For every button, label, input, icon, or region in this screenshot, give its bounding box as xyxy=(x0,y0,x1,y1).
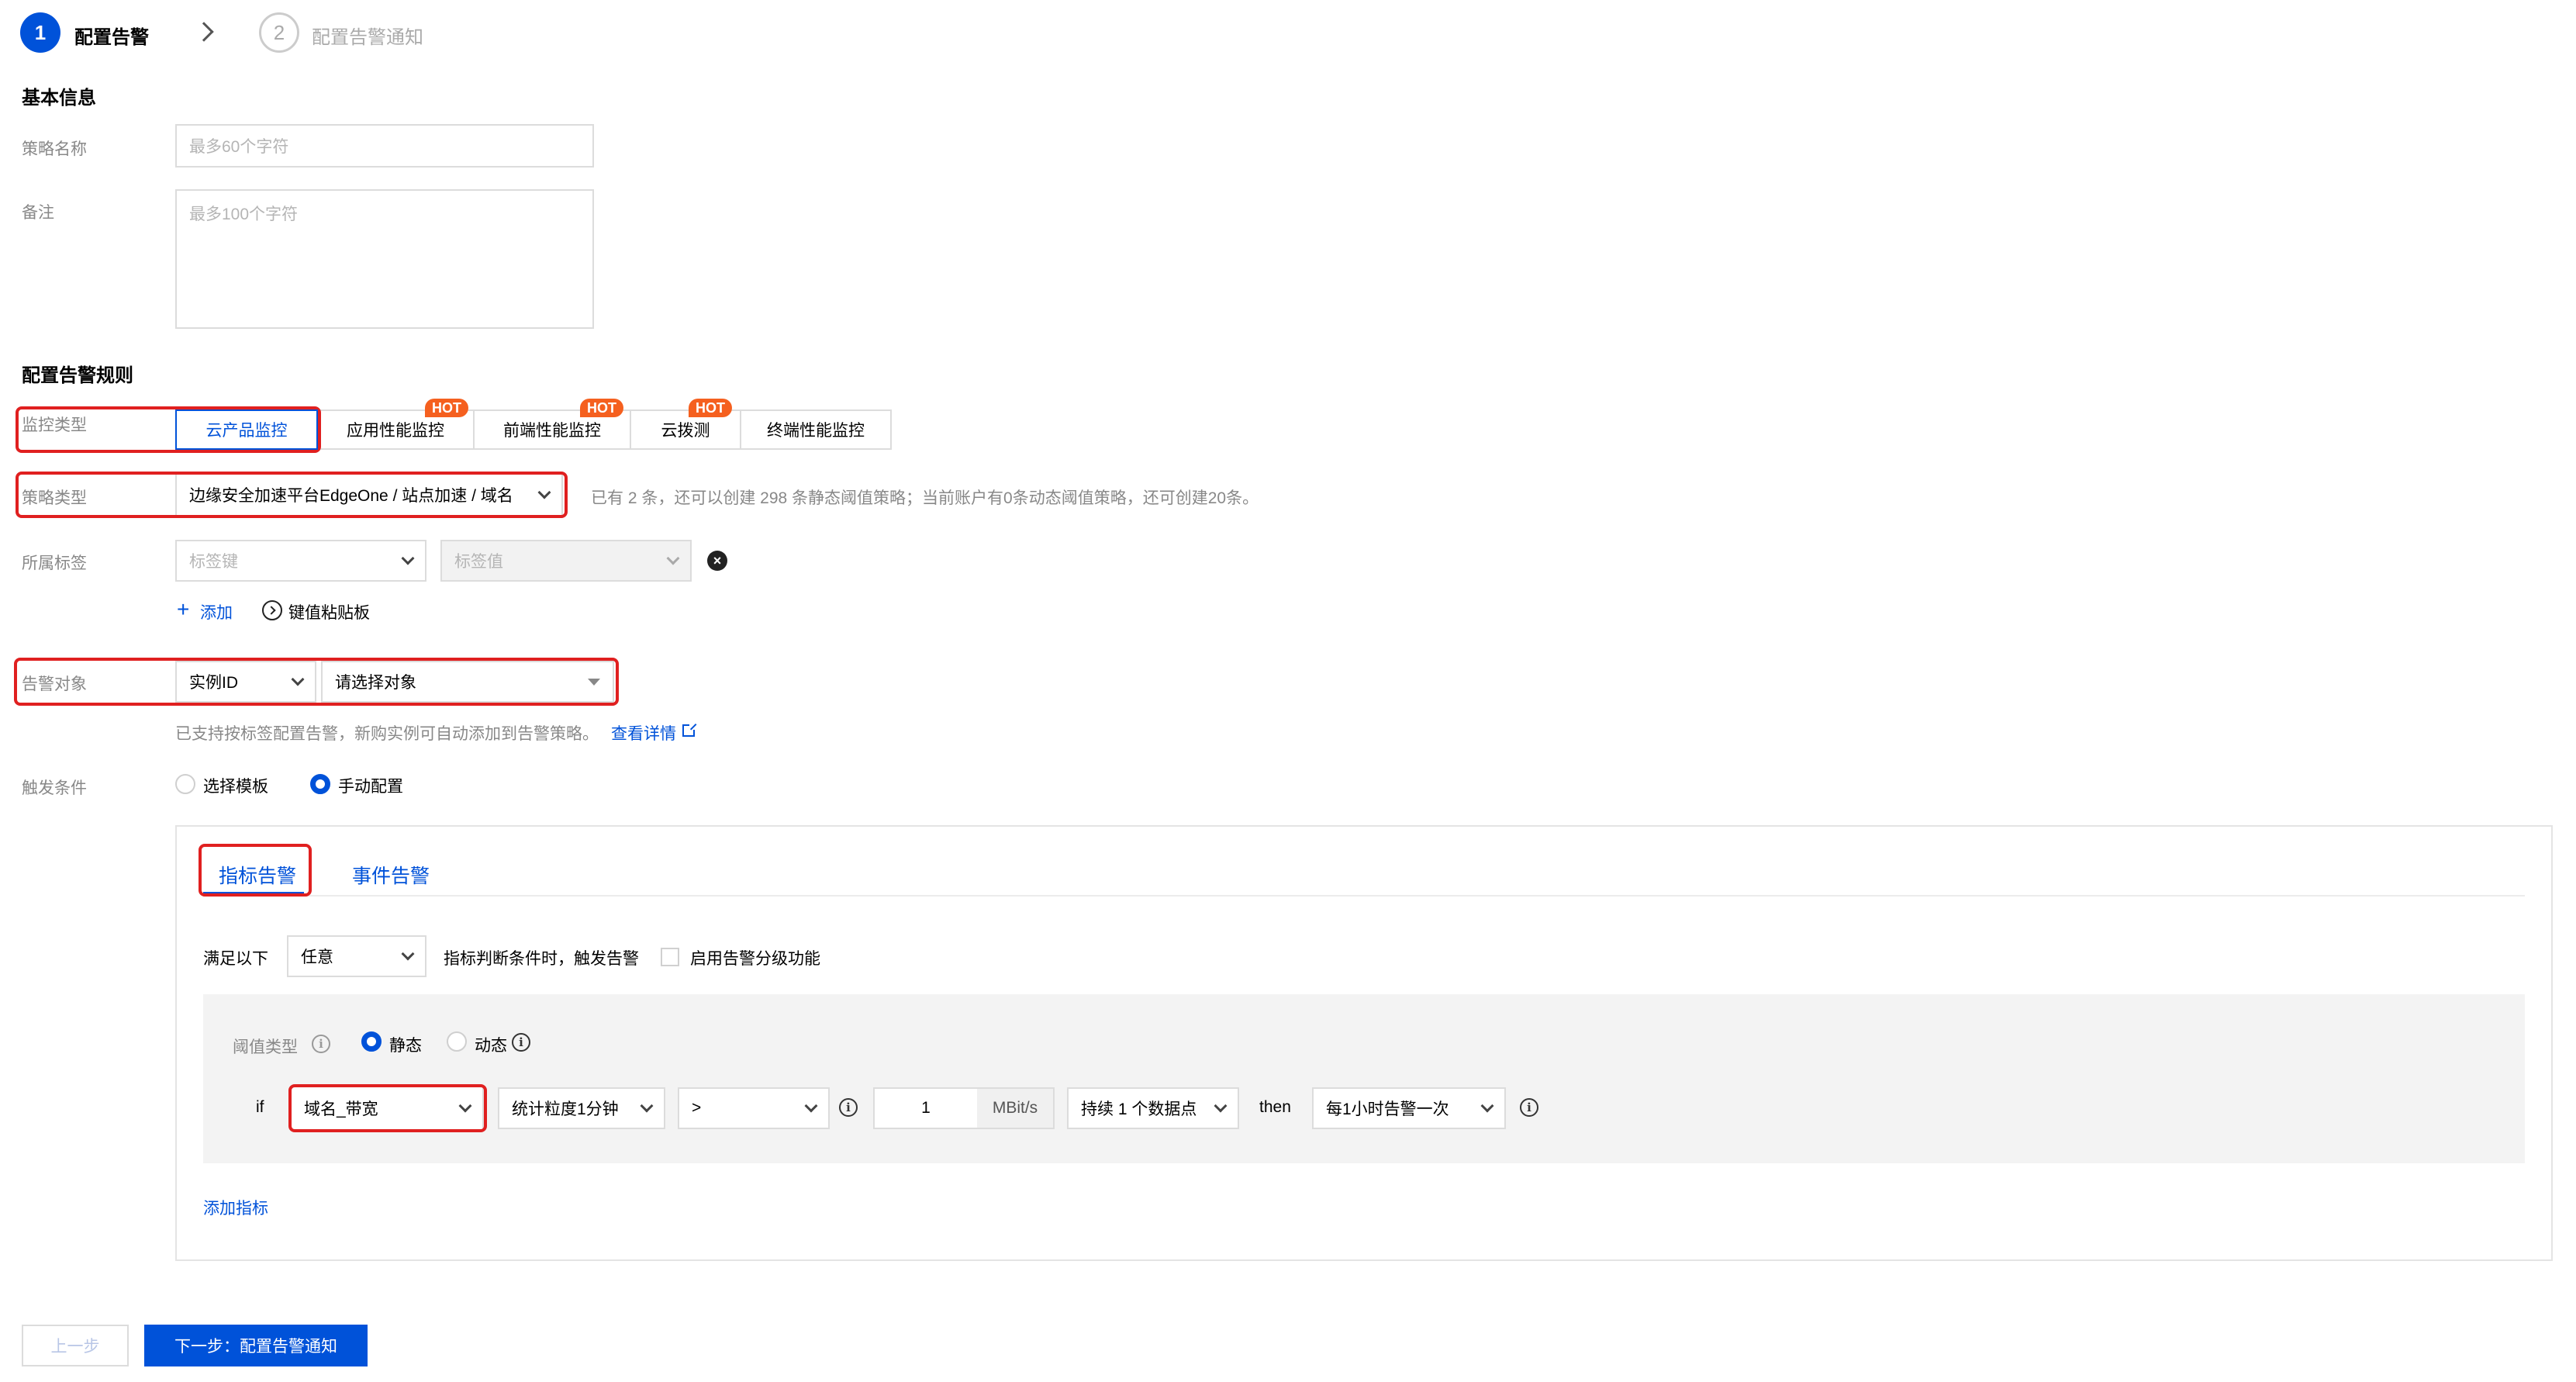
duration-value: 持续 1 个数据点 xyxy=(1081,1100,1197,1118)
highlight-box xyxy=(288,1084,487,1132)
chevron-down-icon xyxy=(401,947,415,961)
trigger-template-label[interactable]: 选择模板 xyxy=(203,774,268,797)
add-tag-link[interactable]: 添加 xyxy=(200,600,233,624)
frequency-value: 每1小时告警一次 xyxy=(1326,1100,1449,1118)
policy-name-label: 策略名称 xyxy=(22,140,87,158)
operator-value: > xyxy=(692,1099,702,1117)
chevron-down-icon xyxy=(640,1099,654,1113)
alarm-target-hint: 已支持按标签配置告警，新购实例可自动添加到告警策略。 xyxy=(175,725,599,743)
condition-prefix: 满足以下 xyxy=(203,950,268,968)
trigger-condition-label: 触发条件 xyxy=(22,779,87,797)
policy-name-placeholder: 最多60个字符 xyxy=(189,138,289,156)
threshold-type-label: 阈值类型 xyxy=(233,1038,298,1056)
if-label: if xyxy=(256,1098,264,1116)
add-metric-link[interactable]: 添加指标 xyxy=(203,1196,268,1219)
step-2-label: 配置告警通知 xyxy=(312,27,423,48)
tag-value-select: 标签值 xyxy=(440,540,692,582)
threshold-dynamic-label[interactable]: 动态 xyxy=(475,1033,507,1056)
policy-name-input[interactable]: 最多60个字符 xyxy=(175,124,594,168)
next-step-button[interactable]: 下一步：配置告警通知 xyxy=(144,1325,368,1366)
threshold-static-label[interactable]: 静态 xyxy=(389,1033,422,1056)
info-icon[interactable]: i xyxy=(312,1035,330,1053)
info-icon[interactable]: i xyxy=(1520,1098,1538,1117)
step-1-circle: 1 xyxy=(20,12,60,53)
highlight-box xyxy=(199,844,312,897)
granularity-value: 统计粒度1分钟 xyxy=(512,1100,619,1118)
paste-board-icon[interactable] xyxy=(262,600,282,620)
step-chevron-icon xyxy=(194,22,214,42)
threshold-static-radio[interactable] xyxy=(361,1031,382,1052)
unit-label: MBit/s xyxy=(977,1087,1055,1129)
duration-select[interactable]: 持续 1 个数据点 xyxy=(1067,1087,1239,1129)
rule-box xyxy=(203,994,2525,1163)
threshold-value: 1 xyxy=(921,1099,931,1117)
then-label: then xyxy=(1259,1098,1291,1116)
chevron-down-icon xyxy=(804,1099,818,1113)
info-icon[interactable]: i xyxy=(512,1033,530,1052)
hot-badge: HOT xyxy=(580,399,623,417)
threshold-value-input[interactable]: 1 xyxy=(873,1087,979,1129)
paste-board-link[interactable]: 键值粘贴板 xyxy=(288,600,370,624)
info-icon[interactable]: i xyxy=(839,1098,858,1117)
view-details-link[interactable]: 查看详情 xyxy=(611,721,676,745)
external-link-icon[interactable] xyxy=(682,723,697,737)
alarm-rules-title: 配置告警规则 xyxy=(22,365,133,386)
threshold-dynamic-radio[interactable] xyxy=(447,1031,467,1052)
step-1-label: 配置告警 xyxy=(74,27,149,48)
condition-value: 任意 xyxy=(301,948,333,966)
grading-label[interactable]: 启用告警分级功能 xyxy=(690,946,820,969)
operator-select[interactable]: > xyxy=(678,1087,830,1129)
monitor-type-cloud-product[interactable]: 云产品监控 xyxy=(175,409,318,450)
granularity-select[interactable]: 统计粒度1分钟 xyxy=(498,1087,665,1129)
highlight-box xyxy=(16,472,568,518)
prev-step-button[interactable]: 上一步 xyxy=(22,1325,129,1366)
trigger-manual-label[interactable]: 手动配置 xyxy=(338,774,403,797)
tab-event-alarm[interactable]: 事件告警 xyxy=(352,861,430,889)
policy-type-hint: 已有 2 条，还可以创建 298 条静态阈值策略；当前账户有0条动态阈值策略，还… xyxy=(591,489,1259,507)
remark-label: 备注 xyxy=(22,204,54,222)
chevron-down-icon xyxy=(1480,1099,1494,1113)
tag-value-placeholder: 标签值 xyxy=(454,553,503,571)
condition-select[interactable]: 任意 xyxy=(287,935,426,977)
basic-info-title: 基本信息 xyxy=(22,88,96,109)
grading-checkbox[interactable] xyxy=(661,948,679,966)
chevron-down-icon xyxy=(401,551,415,565)
tag-key-select[interactable]: 标签键 xyxy=(175,540,426,582)
trigger-manual-radio[interactable] xyxy=(310,774,330,794)
trigger-template-radio[interactable] xyxy=(175,774,195,794)
tag-key-placeholder: 标签键 xyxy=(189,553,238,571)
tag-label: 所属标签 xyxy=(22,555,87,572)
remark-placeholder: 最多100个字符 xyxy=(189,206,299,223)
step-2-circle: 2 xyxy=(259,12,299,53)
highlight-box xyxy=(14,658,619,706)
remark-textarea[interactable]: 最多100个字符 xyxy=(175,189,594,329)
remove-tag-icon[interactable]: × xyxy=(707,551,727,571)
hot-badge: HOT xyxy=(425,399,468,417)
chevron-down-icon xyxy=(666,551,680,565)
add-tag-icon[interactable]: + xyxy=(177,596,189,624)
hot-badge: HOT xyxy=(689,399,732,417)
monitor-type-terminal[interactable]: 终端性能监控 xyxy=(740,409,892,450)
frequency-select[interactable]: 每1小时告警一次 xyxy=(1312,1087,1506,1129)
chevron-down-icon xyxy=(1214,1099,1228,1113)
condition-suffix: 指标判断条件时，触发告警 xyxy=(444,950,639,968)
panel-tab-divider xyxy=(203,895,2525,897)
